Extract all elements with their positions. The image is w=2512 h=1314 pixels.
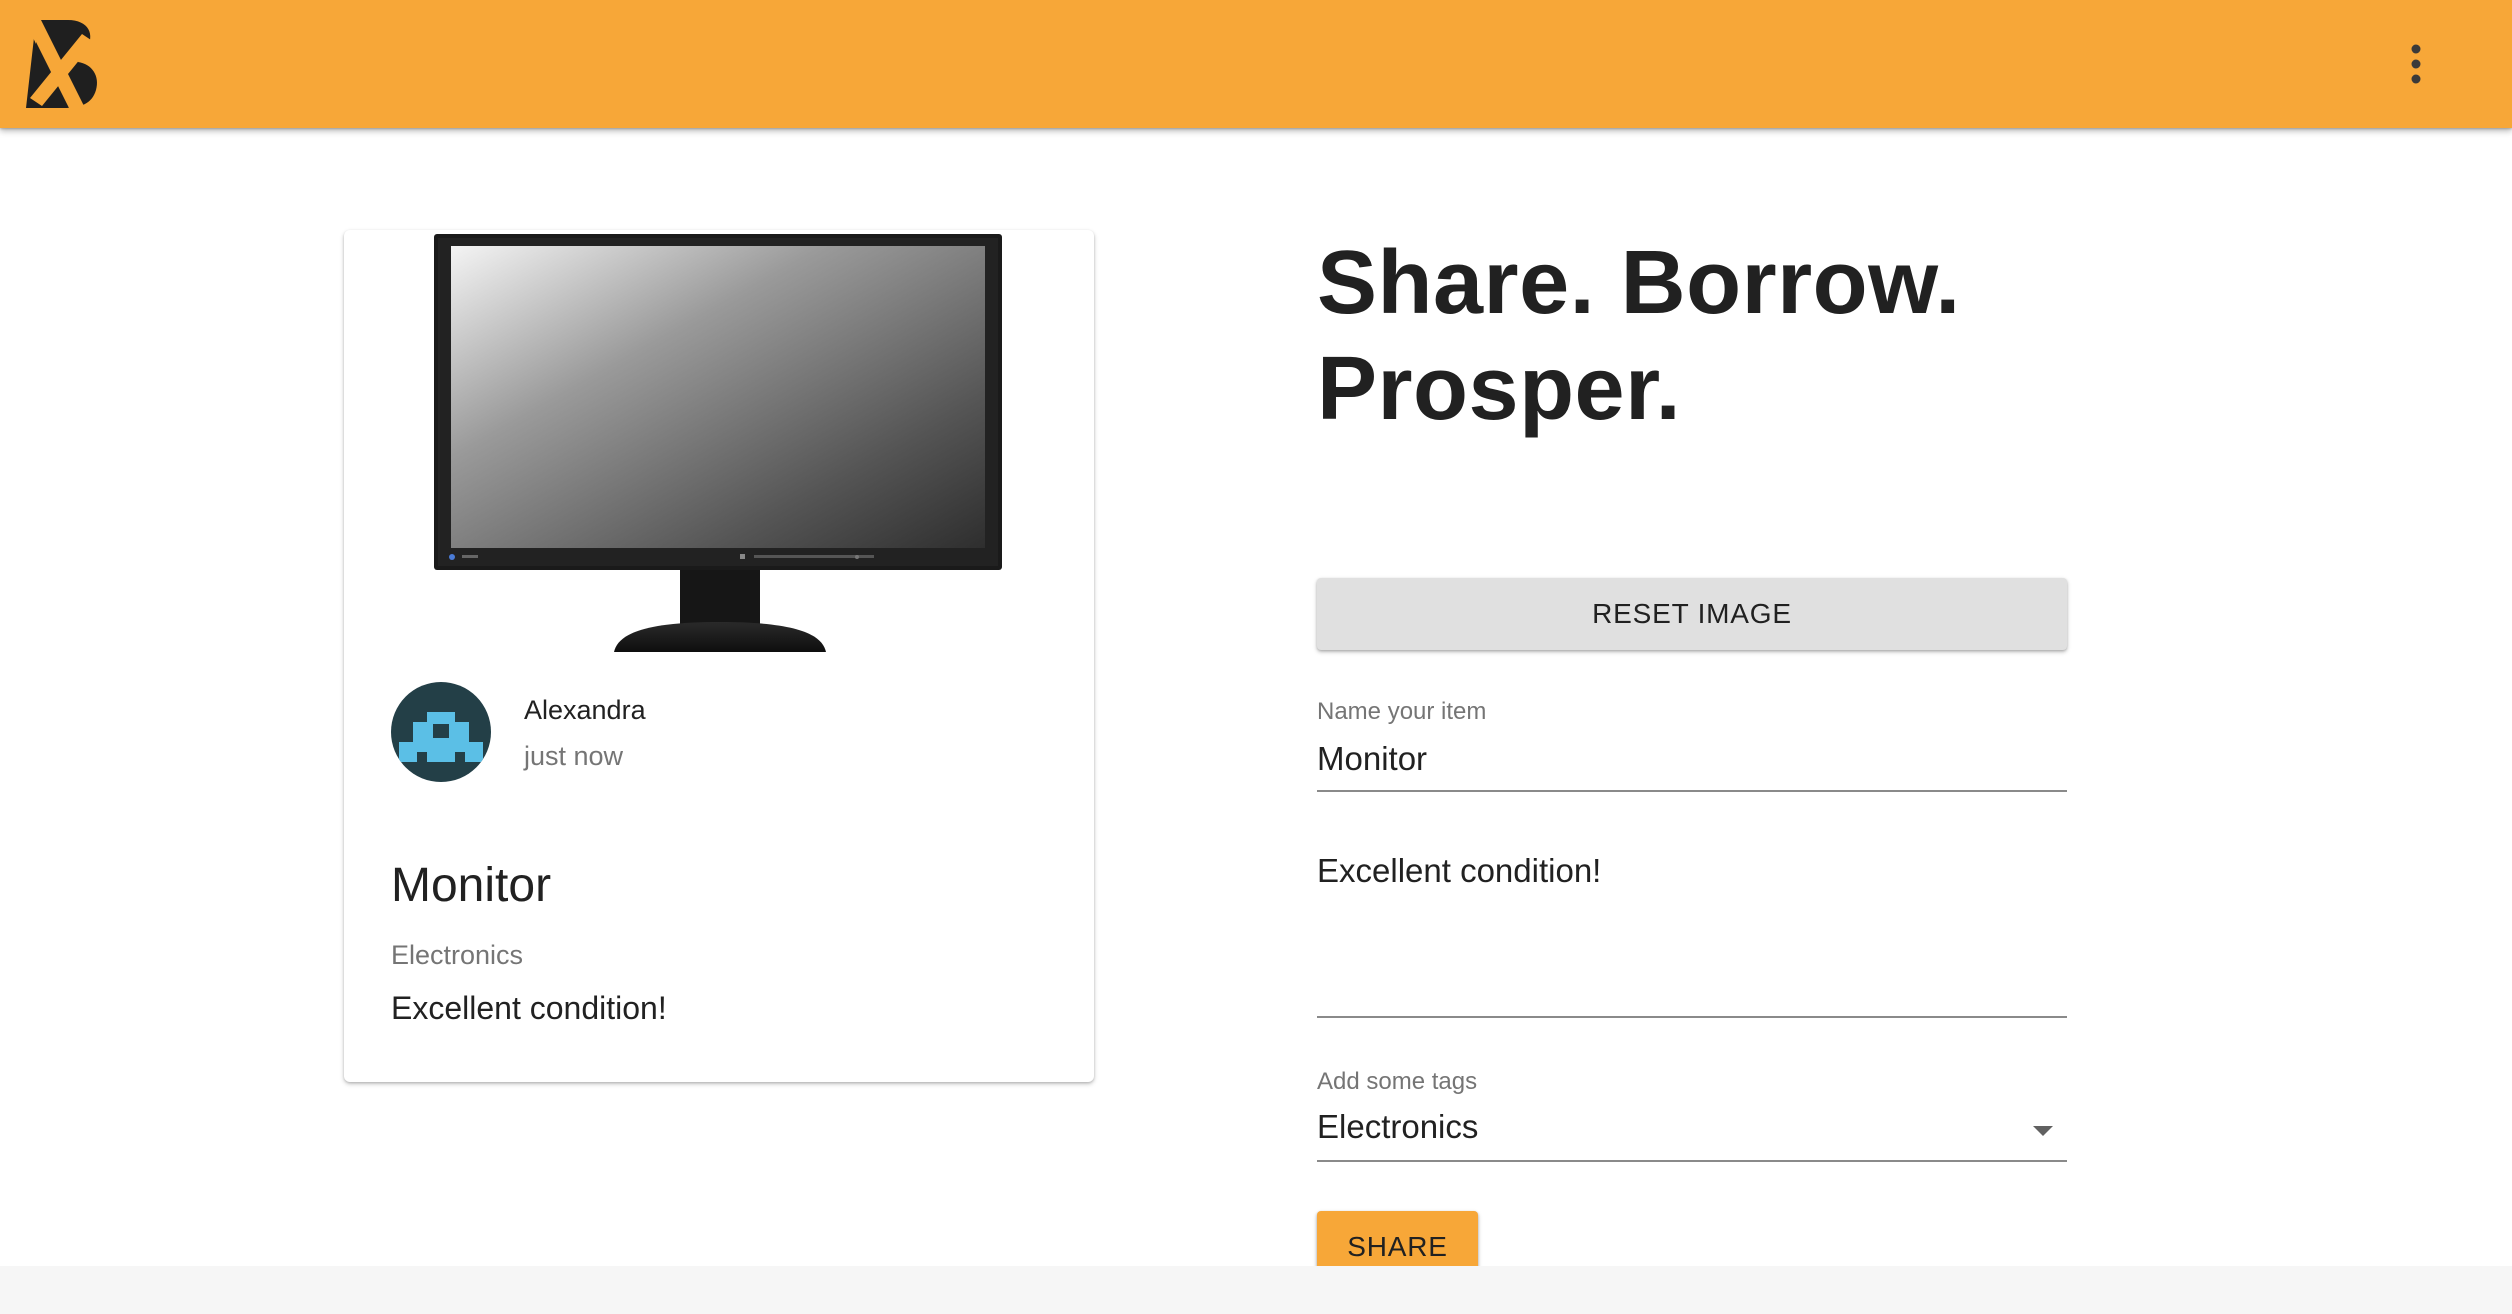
item-name-input[interactable]: [1317, 728, 2067, 792]
item-preview-card: Alexandra just now Monitor Electronics E…: [344, 230, 1094, 1082]
more-menu-button[interactable]: [2380, 24, 2452, 104]
boomtown-logo-icon[interactable]: [22, 14, 104, 114]
identicon-avatar-icon: [399, 712, 483, 762]
dropdown-arrow-icon: [2033, 1126, 2053, 1136]
owner-timestamp: just now: [524, 741, 624, 771]
item-description-input[interactable]: Excellent condition!: [1317, 848, 2067, 1018]
app-bar: [0, 0, 2512, 128]
item-name-label: Name your item: [1317, 698, 1487, 725]
page-headline: Share. Borrow. Prosper.: [1317, 233, 1961, 439]
tags-selected-value: Electronics: [1317, 1108, 1479, 1145]
tags-select[interactable]: Electronics: [1317, 1098, 2067, 1162]
item-image: [434, 230, 1014, 652]
item-title: Monitor: [391, 859, 552, 912]
item-tags: Electronics: [391, 940, 524, 970]
more-vertical-icon: [2411, 44, 2421, 84]
owner-name: Alexandra: [524, 695, 646, 725]
reset-image-button[interactable]: RESET IMAGE: [1317, 578, 2067, 650]
tags-label: Add some tags: [1317, 1068, 1478, 1095]
item-description: Excellent condition!: [391, 990, 667, 1026]
avatar: [391, 682, 491, 782]
monitor-image-icon: [434, 234, 1002, 652]
footer-strip: [0, 1266, 2512, 1314]
